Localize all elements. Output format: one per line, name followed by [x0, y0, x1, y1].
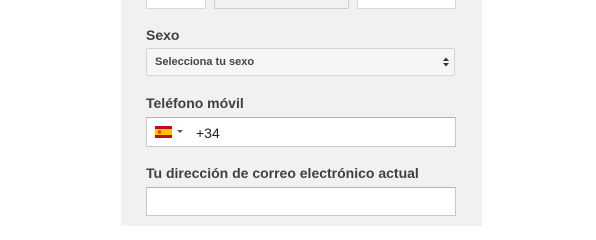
current-email-label: Tu dirección de correo electrónico actua… — [146, 165, 419, 181]
gender-label: Sexo — [146, 27, 180, 43]
mobile-phone-field[interactable] — [146, 117, 456, 147]
birth-month-select[interactable] — [214, 0, 349, 9]
birth-year-field[interactable] — [357, 0, 456, 9]
birth-day-field[interactable] — [146, 0, 206, 9]
chevron-down-icon — [177, 130, 183, 133]
gender-select-value: Selecciona tu sexo — [155, 56, 255, 68]
spain-flag-icon — [155, 126, 172, 138]
gender-select[interactable]: Selecciona tu sexo — [146, 48, 455, 76]
select-arrows-icon — [443, 57, 449, 67]
current-email-input[interactable] — [146, 187, 456, 216]
phone-number-input[interactable] — [196, 125, 436, 141]
country-code-selector[interactable] — [155, 126, 185, 138]
mobile-phone-label: Teléfono móvil — [146, 95, 244, 111]
signup-form-panel: Sexo Selecciona tu sexo Teléfono móvil T… — [121, 0, 482, 226]
